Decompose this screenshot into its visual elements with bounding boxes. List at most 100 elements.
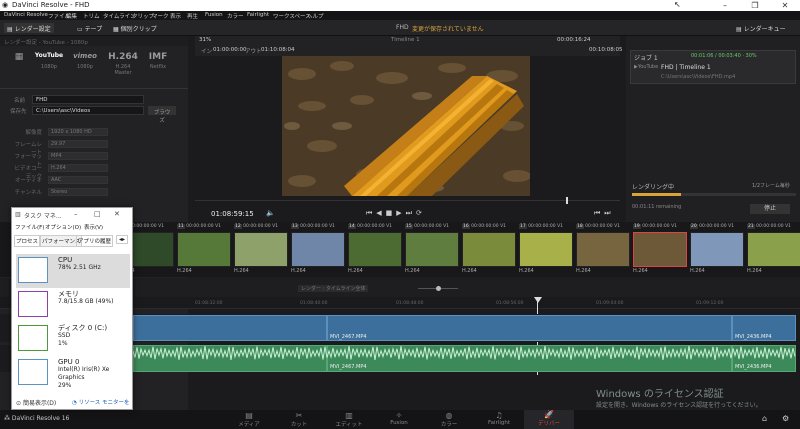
setting-value[interactable]: Stereo xyxy=(48,188,108,196)
tm-menu-view[interactable]: 表示(V) xyxy=(84,223,103,231)
tm-menu-options[interactable]: オプション(O) xyxy=(45,223,81,231)
clip-thumbnail[interactable] xyxy=(405,232,459,267)
setting-row: フォーマット MP4 xyxy=(8,152,183,168)
ruler-tick: 01:09:12:00 xyxy=(696,301,724,306)
setting-value[interactable]: H.264 xyxy=(48,164,108,172)
project-name: FHD xyxy=(396,24,409,31)
setting-value[interactable]: AAC xyxy=(48,176,108,184)
tm-item-text: メモリ 7.8/15.8 GB (49%) xyxy=(58,290,114,306)
clip-number: 11 xyxy=(177,224,185,229)
page-fusion[interactable]: ✧ Fusion xyxy=(374,411,424,426)
ruler-tick: 01:08:32:00 xyxy=(195,301,223,306)
menu-item[interactable]: クリップ xyxy=(132,12,154,20)
playhead-handle[interactable] xyxy=(534,297,542,303)
tape-label: テープ xyxy=(84,26,103,33)
video-clip[interactable]: MVI_2436.MP4 xyxy=(732,315,796,341)
page-edit[interactable]: ▥ エディット xyxy=(324,411,374,428)
menu-item[interactable]: トリム xyxy=(83,12,100,20)
menu-item[interactable]: カラー xyxy=(227,12,244,20)
setting-value[interactable]: 1920 x 1080 HD xyxy=(48,128,108,136)
page-fairlight[interactable]: ♫ Fairlight xyxy=(474,411,524,426)
setting-value[interactable]: MP4 xyxy=(48,152,108,160)
clip-thumbnail[interactable] xyxy=(234,232,288,267)
tm-resource-item[interactable]: メモリ 7.8/15.8 GB (49%) xyxy=(16,288,130,322)
tm-monitor-label: リソース モニターを xyxy=(78,400,130,406)
page-media[interactable]: ▤ メディア xyxy=(224,411,274,428)
stop-button[interactable]: 停止 xyxy=(750,204,790,214)
format-youtube[interactable]: YouTube 1080p xyxy=(34,52,64,70)
page-cut[interactable]: ✂ カット xyxy=(274,411,324,428)
format-custom[interactable]: ▦ xyxy=(4,52,34,64)
scrubber-bar[interactable] xyxy=(195,200,620,201)
format-imf[interactable]: IMF Netflix xyxy=(143,52,173,70)
name-field[interactable]: FHD xyxy=(32,95,144,104)
clip-thumbnail[interactable] xyxy=(690,232,744,267)
menu-item[interactable]: 再生 xyxy=(187,12,198,20)
tm-tab-processes[interactable]: プロセス xyxy=(14,235,41,247)
page-deliver[interactable]: 🚀 デリバー xyxy=(524,410,574,429)
minimize-button[interactable]: – xyxy=(710,0,740,11)
tm-tab-history[interactable]: アプリの履歴 xyxy=(76,235,114,247)
tm-menu-file[interactable]: ファイル(F) xyxy=(15,223,44,231)
tape-button[interactable]: ▭ テープ xyxy=(74,23,105,33)
menu-item[interactable]: 編集 xyxy=(66,12,77,20)
tm-tab-scroll[interactable]: ◂▸ xyxy=(116,235,129,244)
clip-thumbnail[interactable] xyxy=(177,232,231,267)
render-queue-button[interactable]: ▤ レンダーキュー xyxy=(733,23,789,33)
location-field[interactable]: C:\Users\asc\Videos xyxy=(32,106,144,115)
clip-track: V1 xyxy=(500,224,507,229)
video-clip[interactable]: MVI_2467.MP4 xyxy=(327,315,732,341)
menu-item[interactable]: Fairlight xyxy=(247,12,269,18)
tm-resource-monitor[interactable]: ◔ リソース モニターを xyxy=(72,398,130,406)
menu-item[interactable]: DaVinci Resolve xyxy=(4,12,48,18)
video-clip[interactable] xyxy=(133,315,327,341)
clip-header: 11 00:00:00:00 V1 xyxy=(177,224,221,229)
tm-item-name: CPU xyxy=(58,256,73,264)
clip-thumbnail[interactable] xyxy=(747,232,800,267)
scrubber-playhead[interactable] xyxy=(566,197,568,204)
zoom-slider-handle[interactable] xyxy=(436,286,441,291)
clip-thumbnail[interactable] xyxy=(633,232,687,267)
home-icon[interactable]: ⌂ xyxy=(762,414,767,423)
clip-header: 16 00:00:00:00 V1 xyxy=(462,224,506,229)
zoom-level[interactable]: 31% xyxy=(199,37,211,43)
clip-thumbnail[interactable] xyxy=(462,232,516,267)
tm-minimize-button[interactable]: – xyxy=(74,210,78,218)
menu-item[interactable]: マーク xyxy=(152,12,169,20)
clip-name: MVI_2436.MP4 xyxy=(735,364,772,370)
tm-resource-item[interactable]: ディスク 0 (C:) SSD 1% xyxy=(16,322,130,356)
tm-item-text: CPU 78% 2.51 GHz xyxy=(58,256,101,272)
menu-item[interactable]: Fusion xyxy=(205,12,223,18)
transport-controls[interactable]: ⏮◀■▶⏭⟳ xyxy=(366,209,426,218)
clip-thumbnail[interactable] xyxy=(519,232,573,267)
maximize-button[interactable]: ❐ xyxy=(740,0,770,11)
format-vimeo[interactable]: vimeo 1080p xyxy=(70,52,100,70)
gear-icon[interactable]: ⚙ xyxy=(782,414,789,423)
clips-button[interactable]: ▦ 個別クリップ xyxy=(110,23,160,33)
format-h264[interactable]: H.264 H.264 Master xyxy=(108,52,138,76)
render-settings-button[interactable]: ▤ レンダー設定 xyxy=(4,23,54,33)
jump-controls[interactable]: ⏮⏭ xyxy=(594,209,615,218)
timeline-mode-select[interactable]: レンダー : タイムライン全体 xyxy=(298,285,368,292)
clip-thumbnail[interactable] xyxy=(291,232,345,267)
menu-item[interactable]: ワークスペース xyxy=(273,12,311,20)
browse-button[interactable]: ブラウズ xyxy=(148,106,176,124)
tm-resource-item[interactable]: CPU 78% 2.51 GHz xyxy=(16,254,130,288)
tm-resource-item[interactable]: GPU 0 Intel(R) Iris(R) Xe Graphics 29% xyxy=(16,356,130,390)
page-color[interactable]: ◍ カラー xyxy=(424,411,474,428)
menu-item[interactable]: ヘルプ xyxy=(307,12,324,20)
volume-icon[interactable]: 🔈 xyxy=(266,209,275,217)
close-button[interactable]: ✕ xyxy=(770,0,800,11)
render-job-card[interactable]: ジョブ 1 00:01:06 / 00:03:40 · 30% ▶YouTube… xyxy=(630,50,796,84)
tm-item-name: ディスク 0 (C:) xyxy=(58,324,108,332)
setting-value[interactable]: 29.97 xyxy=(48,140,108,148)
clip-thumbnail[interactable] xyxy=(348,232,402,267)
tm-maximize-button[interactable]: □ xyxy=(94,210,101,218)
timeline-name[interactable]: Timeline 1 xyxy=(391,37,420,43)
menu-item[interactable]: 表示 xyxy=(170,12,181,20)
tm-simple-view[interactable]: ⊙ 簡易表示(D) xyxy=(16,398,56,407)
tm-item-text: GPU 0 Intel(R) Iris(R) Xe Graphics 29% xyxy=(58,358,130,390)
menu-item[interactable]: タイムライン xyxy=(103,12,136,20)
tm-close-button[interactable]: ✕ xyxy=(114,210,120,218)
clip-thumbnail[interactable] xyxy=(576,232,630,267)
